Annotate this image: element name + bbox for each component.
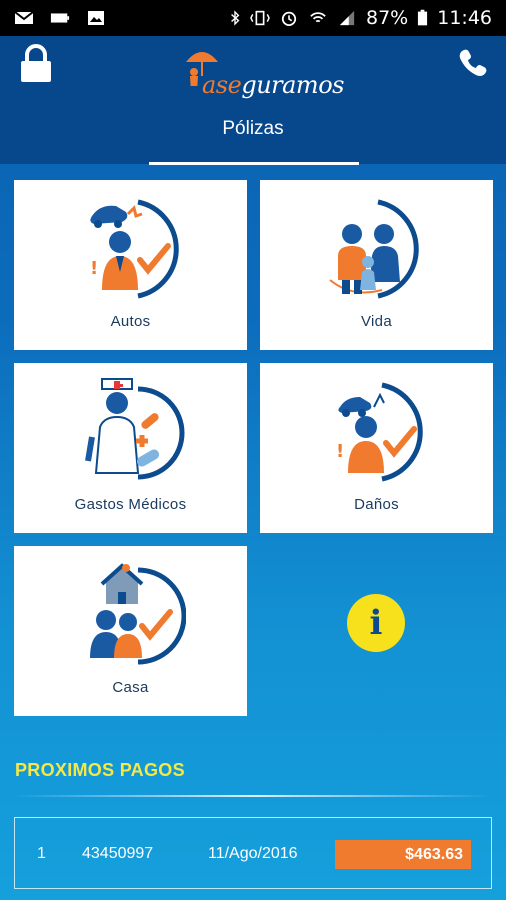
tile-autos[interactable]: ! Autos [14,180,247,350]
vibrate-icon [250,10,270,26]
image-notification-icon [88,11,104,25]
payment-date: 11/Ago/2016 [208,845,298,862]
payment-index: 1 [37,845,46,862]
app-logo: aseguramos [180,46,344,104]
nurse-icon [84,378,184,480]
tile-label-gastos-medicos: Gastos Médicos [74,496,187,513]
tile-label-danos: Daños [354,496,399,513]
logo-text-prefix: ase [202,71,242,99]
info-icon: i [369,603,383,643]
app-header: aseguramos Pólizas [0,36,506,165]
title-underline [149,162,359,165]
payment-amount: $463.63 [335,840,471,869]
svg-text:!: ! [90,258,98,279]
info-button[interactable]: i [347,594,405,652]
tile-label-autos: Autos [110,313,151,330]
damage-icon: ! [336,382,423,482]
tile-vida[interactable]: Vida [260,180,493,350]
status-bar: 87% 11:46 [0,0,506,36]
signal-icon [339,10,355,26]
tile-casa[interactable]: Casa [14,546,247,716]
alarm-icon [281,11,297,26]
family-icon [328,199,419,299]
house-icon [89,563,186,665]
payments-section-title: PROXIMOS PAGOS [15,760,185,780]
battery-percent: 87% [366,7,409,29]
section-divider [14,795,492,797]
page-title: Pólizas [222,118,284,139]
battery-icon [418,9,428,26]
payment-row[interactable]: 1 43450997 11/Ago/2016 $463.63 [14,817,492,889]
wifi-icon [310,12,326,23]
phone-icon[interactable] [458,48,488,78]
lock-icon[interactable] [18,44,54,84]
car-accident-icon: ! [90,199,179,299]
tile-label-vida: Vida [361,313,392,330]
clock: 11:46 [437,7,492,29]
tile-danos[interactable]: ! Daños [260,363,493,533]
logo-text-suffix: guramos [241,71,344,99]
payment-policy-number: 43450997 [82,845,154,862]
bluetooth-icon [231,10,240,26]
gmail-icon [14,11,34,24]
tile-gastos-medicos[interactable]: Gastos Médicos [14,363,247,533]
svg-text:!: ! [336,441,344,462]
tile-label-casa: Casa [112,679,149,696]
battery-notification-icon [50,13,70,23]
